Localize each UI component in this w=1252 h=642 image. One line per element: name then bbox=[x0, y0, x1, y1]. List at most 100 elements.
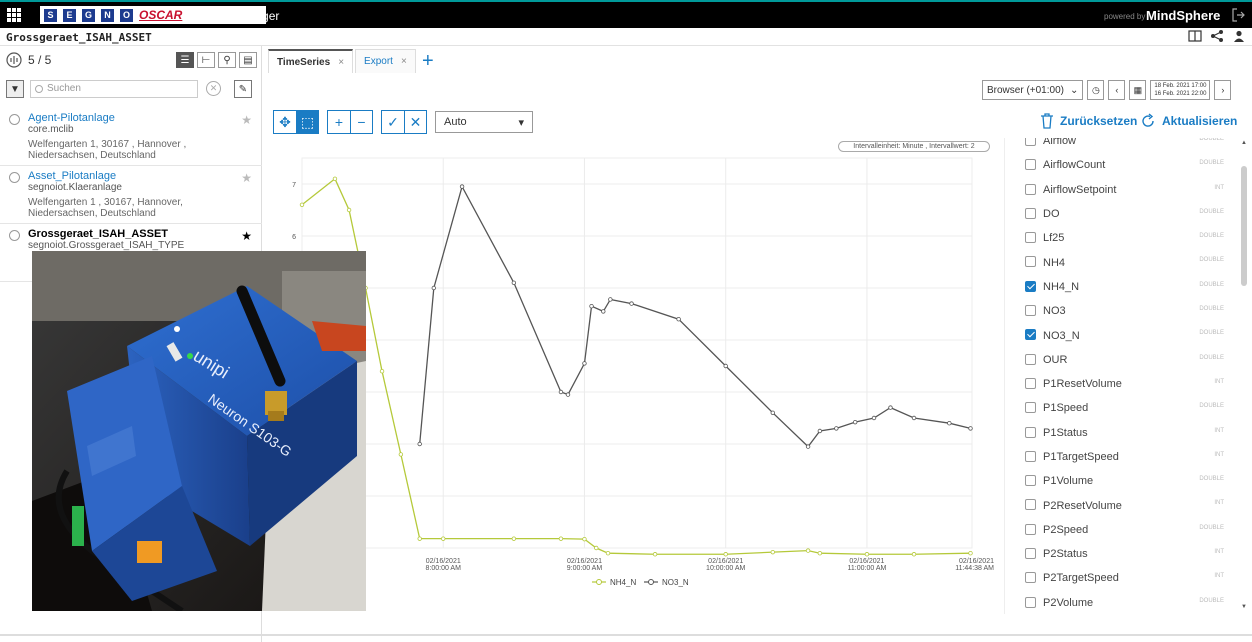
variable-item[interactable]: P1Status INT bbox=[1005, 421, 1246, 445]
variable-item[interactable]: P2Speed DOUBLE bbox=[1005, 518, 1246, 542]
variable-item[interactable]: Lf25 DOUBLE bbox=[1005, 226, 1246, 250]
data-point-nh4_n[interactable] bbox=[723, 552, 728, 557]
data-point-nh4_n[interactable] bbox=[332, 176, 338, 181]
tab-export[interactable]: Export × bbox=[355, 49, 416, 73]
data-point-no3_n[interactable] bbox=[582, 361, 587, 366]
variable-checkbox[interactable] bbox=[1025, 183, 1036, 195]
tab-timeseries[interactable]: TimeSeries × bbox=[268, 49, 354, 73]
refresh-button[interactable]: Aktualisieren bbox=[1140, 113, 1237, 129]
filter-icon[interactable]: ▼ bbox=[6, 80, 24, 98]
variable-item[interactable]: P1TargetSpeed INT bbox=[1005, 445, 1246, 469]
variable-item[interactable]: AirflowCount DOUBLE bbox=[1005, 153, 1246, 177]
variable-checkbox[interactable] bbox=[1025, 499, 1036, 511]
data-point-nh4_n[interactable] bbox=[594, 545, 599, 551]
clock-icon[interactable]: ◷ bbox=[1087, 80, 1105, 100]
map-pin-icon[interactable]: ⚲ bbox=[218, 52, 236, 68]
legend-label[interactable]: NO3_N bbox=[662, 578, 689, 587]
variable-item[interactable]: NO3_N DOUBLE bbox=[1005, 323, 1246, 347]
data-point-no3_n[interactable] bbox=[968, 426, 973, 431]
data-point-nh4_n[interactable] bbox=[911, 552, 917, 557]
pin-icon[interactable]: ✎ bbox=[234, 80, 252, 98]
asset-list-item[interactable]: Agent-Pilotanlage core.mclib Welfengarte… bbox=[0, 108, 262, 166]
aggregation-select[interactable]: Auto ▾ bbox=[435, 111, 533, 133]
variable-item[interactable]: P2TargetSpeed INT bbox=[1005, 566, 1246, 590]
data-point-no3_n[interactable] bbox=[459, 184, 465, 189]
list-view-icon[interactable]: ☰ bbox=[176, 52, 194, 68]
variable-checkbox[interactable] bbox=[1025, 138, 1036, 146]
variable-checkbox[interactable] bbox=[1025, 548, 1036, 560]
asset-list-item[interactable]: Asset_Pilotanlage segnoiot.Klaeranlage W… bbox=[0, 166, 262, 224]
timeseries-chart[interactable]: 7 6 02/16/2021 8:00:00 AM 02/16/2021 9:00:00 … bbox=[272, 150, 1000, 592]
variable-checkbox[interactable] bbox=[1025, 377, 1036, 389]
variable-item[interactable]: NO3 DOUBLE bbox=[1005, 299, 1246, 323]
scroll-up-icon[interactable]: ▲ bbox=[1241, 140, 1247, 146]
data-point-no3_n[interactable] bbox=[601, 309, 606, 314]
data-point-nh4_n[interactable] bbox=[805, 548, 811, 553]
legend-label[interactable]: NH4_N bbox=[610, 578, 636, 587]
data-point-nh4_n[interactable] bbox=[652, 552, 658, 557]
zoom-in-icon[interactable]: + bbox=[328, 111, 350, 133]
variable-item[interactable]: DO DOUBLE bbox=[1005, 202, 1246, 226]
close-tab-icon[interactable]: × bbox=[338, 57, 344, 68]
variable-item[interactable]: P1Volume DOUBLE bbox=[1005, 469, 1246, 493]
variable-checkbox[interactable] bbox=[1025, 232, 1036, 244]
variable-checkbox[interactable] bbox=[1025, 280, 1036, 292]
app-launcher-icon[interactable] bbox=[7, 8, 21, 22]
data-point-no3_n[interactable] bbox=[565, 392, 571, 397]
variable-checkbox[interactable] bbox=[1025, 329, 1036, 341]
variable-checkbox[interactable] bbox=[1025, 305, 1036, 317]
data-point-no3_n[interactable] bbox=[852, 419, 858, 425]
variable-item[interactable]: P2ResetVolume INT bbox=[1005, 493, 1246, 517]
pan-icon[interactable]: ✥ bbox=[274, 111, 296, 133]
variable-checkbox[interactable] bbox=[1025, 450, 1036, 462]
data-point-no3_n[interactable] bbox=[589, 303, 594, 309]
variable-checkbox[interactable] bbox=[1025, 596, 1036, 608]
search-input[interactable]: Suchen bbox=[30, 80, 198, 98]
map-view-icon[interactable]: ▤ bbox=[239, 52, 257, 68]
variable-checkbox[interactable] bbox=[1025, 402, 1036, 414]
next-range-icon[interactable]: › bbox=[1214, 80, 1232, 100]
variable-checkbox[interactable] bbox=[1025, 256, 1036, 268]
date-range[interactable]: 18 Feb. 2021 17:00 16 Feb. 2021 22:00 bbox=[1150, 80, 1211, 100]
data-point-nh4_n[interactable] bbox=[417, 536, 422, 541]
data-point-no3_n[interactable] bbox=[558, 389, 564, 395]
calendar-icon[interactable]: ▦ bbox=[1129, 80, 1147, 100]
variable-item[interactable]: P2Status INT bbox=[1005, 542, 1246, 566]
data-point-no3_n[interactable] bbox=[417, 441, 422, 447]
variable-item[interactable]: OUR DOUBLE bbox=[1005, 348, 1246, 372]
variable-checkbox[interactable] bbox=[1025, 159, 1036, 171]
tree-view-icon[interactable]: ⊢ bbox=[197, 52, 215, 68]
data-point-no3_n[interactable] bbox=[817, 428, 823, 434]
scrollbar-thumb[interactable] bbox=[1241, 166, 1247, 286]
data-point-nh4_n[interactable] bbox=[817, 551, 823, 556]
data-point-no3_n[interactable] bbox=[888, 405, 893, 410]
user-icon[interactable] bbox=[1232, 29, 1246, 43]
variable-item[interactable]: NH4_N DOUBLE bbox=[1005, 275, 1246, 299]
variable-checkbox[interactable] bbox=[1025, 523, 1036, 535]
data-point-no3_n[interactable] bbox=[871, 415, 877, 421]
data-point-nh4_n[interactable] bbox=[968, 551, 973, 556]
check-icon[interactable]: ✓ bbox=[382, 111, 404, 133]
data-point-nh4_n[interactable] bbox=[582, 536, 587, 542]
favorite-star-icon[interactable]: ★ bbox=[241, 229, 252, 243]
variable-checkbox[interactable] bbox=[1025, 426, 1036, 438]
data-point-nh4_n[interactable] bbox=[398, 452, 404, 457]
data-point-nh4_n[interactable] bbox=[558, 536, 564, 541]
variable-list-scrollbar[interactable]: ▲ ▼ bbox=[1240, 138, 1248, 614]
previous-range-icon[interactable]: ‹ bbox=[1108, 80, 1126, 100]
variable-item[interactable]: P2Volume DOUBLE bbox=[1005, 591, 1246, 614]
clear-search-icon[interactable]: ✕ bbox=[206, 81, 221, 96]
variable-checkbox[interactable] bbox=[1025, 207, 1036, 219]
cross-icon[interactable]: ✕ bbox=[404, 111, 426, 133]
variable-checkbox[interactable] bbox=[1025, 475, 1036, 487]
data-point-nh4_n[interactable] bbox=[441, 536, 446, 541]
data-point-nh4_n[interactable] bbox=[346, 207, 352, 213]
scroll-down-icon[interactable]: ▼ bbox=[1241, 604, 1247, 610]
data-point-nh4_n[interactable] bbox=[864, 552, 870, 557]
close-tab-icon[interactable]: × bbox=[401, 56, 407, 67]
data-point-no3_n[interactable] bbox=[911, 415, 917, 421]
variable-checkbox[interactable] bbox=[1025, 572, 1036, 584]
data-point-nh4_n[interactable] bbox=[379, 368, 385, 374]
variable-checkbox[interactable] bbox=[1025, 353, 1036, 365]
timezone-select[interactable]: Browser (+01:00) ⌄ bbox=[982, 80, 1084, 100]
